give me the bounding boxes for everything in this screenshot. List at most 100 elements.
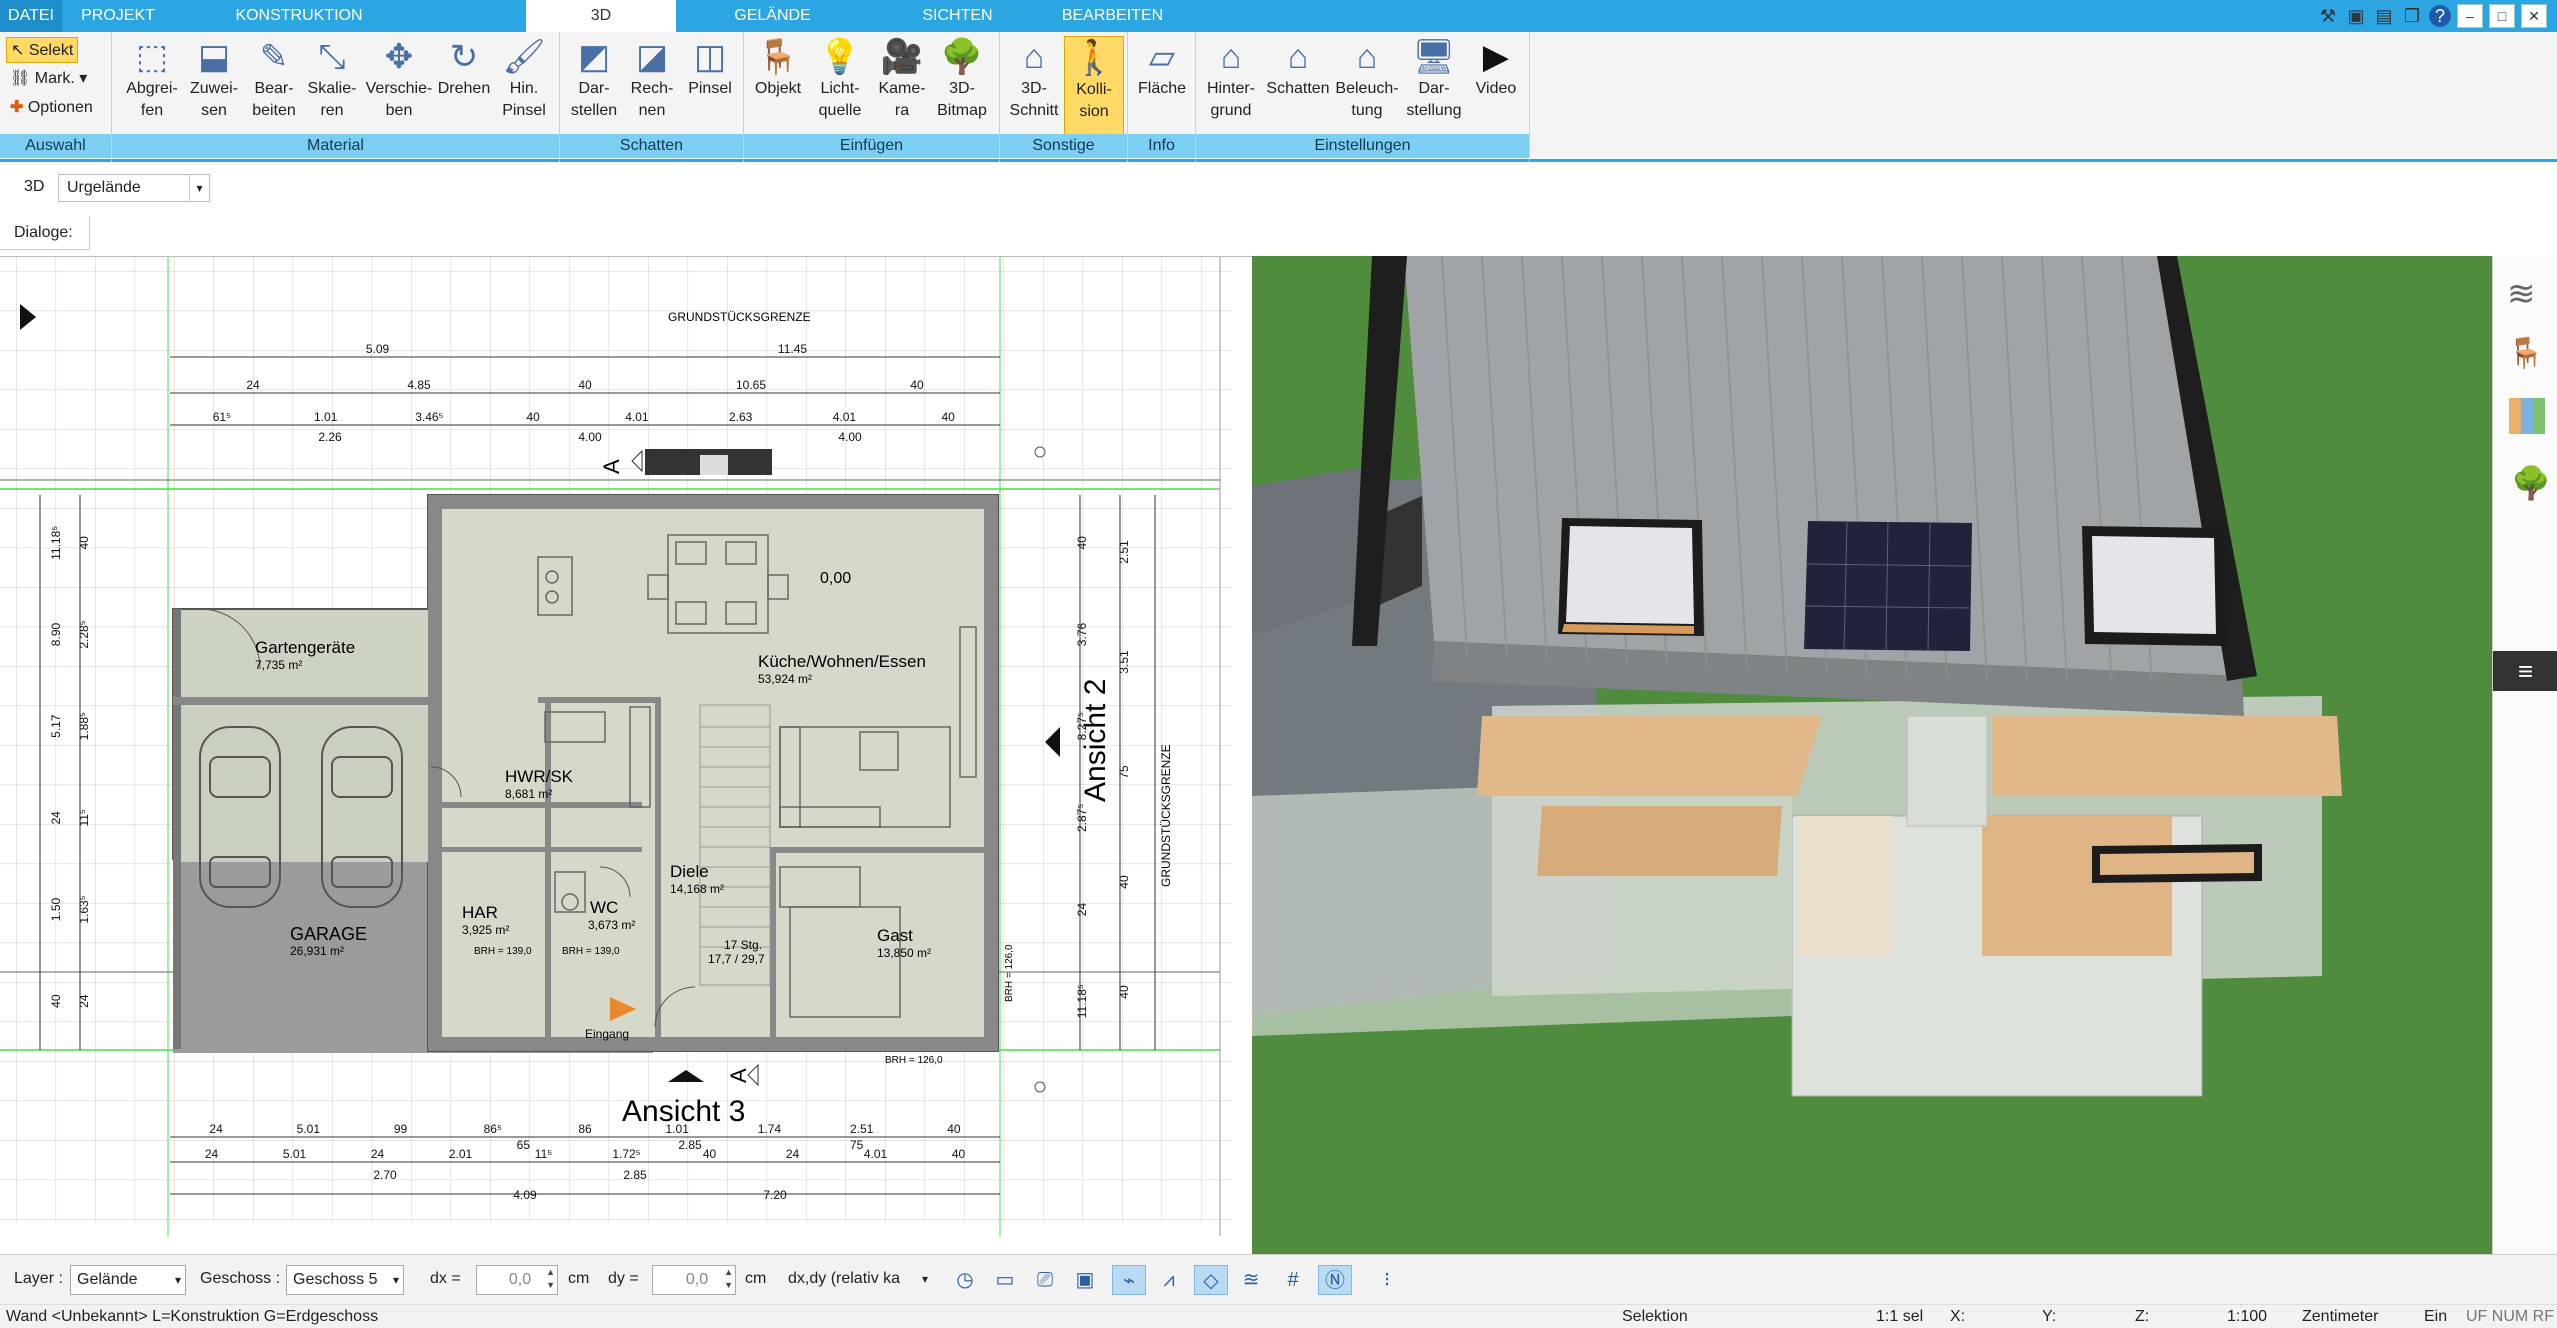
dimension-label: 40 (49, 994, 63, 1008)
geschoss-dropdown[interactable]: Geschoss 5 ▾ (286, 1265, 404, 1295)
video-button[interactable]: ▶ Video (1466, 36, 1526, 136)
chevron-down-icon: ▾ (174, 1273, 181, 1287)
pinsel-button[interactable]: ◫ Pinsel (680, 36, 740, 136)
tab-projekt[interactable]: PROJEKT (62, 0, 174, 32)
bottom-toolbar: Layer : Gelände ▾ Geschoss : Geschoss 5 ▾ … (0, 1254, 2557, 1304)
tab-konstruktion[interactable]: KONSTRUKTION (194, 0, 404, 32)
zuweisen-button[interactable]: ⬓ Zuwei- sen (184, 36, 244, 136)
dimension-label: 4.00 (838, 430, 862, 444)
screen-icon[interactable]: ▭ (988, 1265, 1022, 1295)
coord-mode-dropdown[interactable]: dx,dy (relativ ka ▾ (782, 1265, 930, 1295)
dimension-label: 2.63 (729, 410, 753, 424)
ribbon: ↖ Selekt ⛓ Mark. ▾ ✚ Optionen Auswahl ⬚ A… (0, 32, 2557, 162)
clock-icon[interactable]: ◷ (948, 1265, 982, 1295)
kollision-button[interactable]: 🚶 Kolli- sion (1064, 36, 1124, 136)
dimension-label: 11.45 (778, 342, 807, 356)
schatten-settings-button[interactable]: ⌂ Schatten (1262, 36, 1334, 136)
lichtquelle-button[interactable]: 💡 Licht- quelle (810, 36, 870, 136)
section-a-label: A (726, 1068, 751, 1083)
furniture-icon[interactable]: 🪑 (2507, 336, 2544, 371)
flaeche-button[interactable]: ▱ Fläche (1132, 36, 1192, 136)
window-cascade-icon[interactable]: ❐ (2401, 5, 2423, 27)
kamera-button[interactable]: 🎥 Kame- ra (872, 36, 932, 136)
floor-plan-view[interactable]: GRUNDSTÜCKSGRENZE GRUNDSTÜCKSGRENZE Gart… (0, 256, 1252, 1236)
dimension-label: 75 (1117, 765, 1131, 779)
sidebar-collapse-handle[interactable]: ≡ (2493, 651, 2557, 691)
3d-view[interactable] (1252, 256, 2492, 1254)
close-button[interactable]: ✕ (2521, 4, 2547, 28)
darstellen-button[interactable]: ◩ Dar- stellen (564, 36, 624, 136)
north-icon[interactable]: Ⓝ (1318, 1265, 1352, 1295)
dimension-label: 1.63⁵ (77, 895, 91, 923)
dimension-label: 5.09 (366, 342, 390, 356)
status-x: X: (1950, 1308, 1966, 1325)
chevron-down-icon: ▾ (921, 1272, 928, 1286)
restore-button[interactable]: □ (2489, 4, 2515, 28)
mark-icon: ⛓ (10, 70, 35, 87)
selekt-button[interactable]: ↖ Selekt (6, 37, 79, 63)
tools-icon[interactable]: ⚒ (2317, 5, 2339, 27)
plants-icon[interactable]: 🌳 (2511, 464, 2551, 502)
room-name: Küche/Wohnen/Essen (758, 652, 926, 671)
drehen-button[interactable]: ↻ Drehen (434, 36, 494, 136)
group-material: ⬚ Abgrei- fen ⬓ Zuwei- sen ✎ Bear- beiten ⤡… (112, 32, 560, 162)
tab-gelaende[interactable]: GELÄNDE (700, 0, 845, 32)
tab-datei[interactable]: DATEI (0, 0, 62, 32)
layer-dropdown[interactable]: Gelände ▾ (70, 1265, 186, 1295)
spinner-icon[interactable]: ▲ ▼ (724, 1266, 733, 1292)
dimension-label: 4.01 (625, 410, 649, 424)
grid-icon[interactable]: # (1276, 1265, 1310, 1295)
skalieren-button[interactable]: ⤡ Skalie- ren (302, 36, 362, 136)
plan-title-right: GRUNDSTÜCKSGRENZE (1159, 744, 1173, 887)
layer-select[interactable]: Urgelände ▾ (58, 174, 210, 202)
rechnen-button[interactable]: ◪ Rech- nen (622, 36, 682, 136)
layers-toggle-icon[interactable]: ≊ (1234, 1265, 1268, 1295)
dy-input[interactable]: 0,0 ▲ ▼ (652, 1265, 736, 1295)
verschieben-button[interactable]: ✥ Verschie- ben (364, 36, 434, 136)
group-label-material: Material (112, 134, 559, 158)
dimension-label: 99 (394, 1122, 408, 1136)
camera-move-icon[interactable]: ⎚ (1028, 1265, 1062, 1295)
room-name: Gast (877, 926, 913, 945)
minimize-button[interactable]: – (2457, 4, 2483, 28)
render-icon[interactable]: ▣ (1068, 1265, 1102, 1295)
spinner-icon[interactable]: ▲ ▼ (546, 1266, 555, 1292)
schnitt3d-button[interactable]: ⌂ 3D- Schnitt (1004, 36, 1064, 136)
hintergrund-button[interactable]: ⌂ Hinter- grund (1198, 36, 1264, 136)
more-icon[interactable]: ⁝ (1370, 1265, 1404, 1295)
mark-button[interactable]: ⛓ Mark. ▾ (6, 66, 91, 92)
materials-icon[interactable] (2509, 398, 2545, 434)
tab-bearbeiten[interactable]: BEARBEITEN (1045, 0, 1180, 32)
shadow-cube-icon: ◩ (577, 38, 611, 76)
darstellung-button[interactable]: 🖥 Dar- stellung (1404, 36, 1464, 136)
snap-icon[interactable]: ⌁ (1112, 1265, 1146, 1295)
hin-pinsel-button[interactable]: 🖌 Hin. Pinsel (494, 36, 554, 136)
abgreifen-button[interactable]: ⬚ Abgrei- fen (122, 36, 182, 136)
tab-3d[interactable]: 3D (526, 0, 676, 32)
optionen-button[interactable]: ✚ Optionen (6, 95, 97, 121)
room-area: 8,681 m² (505, 787, 552, 801)
bearbeiten-button[interactable]: ✎ Bear- beiten (244, 36, 304, 136)
dimension-label: 40 (526, 410, 540, 424)
tab-sichten[interactable]: SICHTEN (880, 0, 1035, 32)
beleuchtung-button[interactable]: ⌂ Beleuch- tung (1332, 36, 1402, 136)
help-icon[interactable]: ? (2429, 5, 2451, 27)
dx-input[interactable]: 0,0 ▲ ▼ (476, 1265, 558, 1295)
layers-icon[interactable]: ≋ (2507, 274, 2536, 314)
window-tile-icon[interactable]: ▣ (2345, 5, 2367, 27)
objekt-button[interactable]: 🪑 Objekt (748, 36, 808, 136)
application-window: DATEI PROJEKT KONSTRUKTION 3D GELÄNDE SI… (0, 0, 2557, 1328)
dimension-label: 1.50 (49, 897, 63, 921)
status-unit: Zentimeter (2302, 1308, 2379, 1325)
brh-label: BRH = 126,0 (885, 1055, 943, 1066)
snap-angle-icon[interactable]: ⩘ (1152, 1265, 1186, 1295)
plan-title-top: GRUNDSTÜCKSGRENZE (668, 310, 811, 324)
skalieren-label: Skalie- ren (307, 80, 357, 119)
bitmap3d-button[interactable]: 🌳 3D- Bitmap (932, 36, 992, 136)
dimension-label: 40 (1117, 985, 1131, 999)
window-stack-icon[interactable]: ▤ (2373, 5, 2395, 27)
monitor-icon: 🖥 (1412, 38, 1456, 76)
move-icon: ✥ (384, 38, 414, 76)
room-name: WC (590, 898, 618, 917)
surface-icon[interactable]: ◇ (1194, 1265, 1228, 1295)
